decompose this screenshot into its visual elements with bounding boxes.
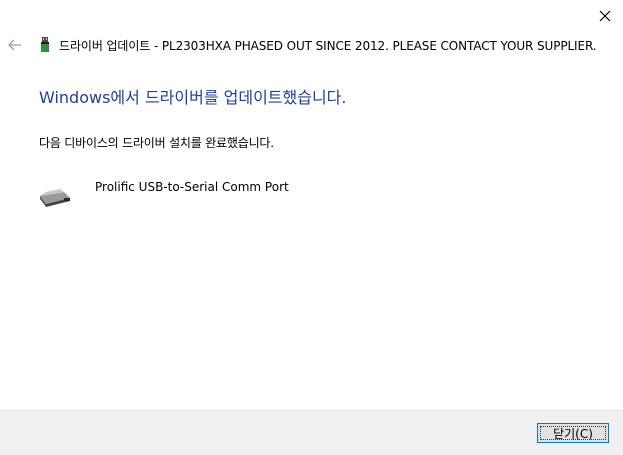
dialog-title: 드라이버 업데이트 - PL2303HXA PHASED OUT SINCE 2… [59,39,597,53]
device-name: Prolific USB-to-Serial Comm Port [95,180,289,194]
page-description: 다음 디바이스의 드라이버 설치를 완료했습니다. [39,136,274,150]
usb-device-icon [41,37,49,52]
wizard-header: 드라이버 업데이트 - PL2303HXA PHASED OUT SINCE 2… [0,34,623,56]
close-icon [599,10,611,22]
page-heading: Windows에서 드라이버를 업데이트했습니다. [39,88,347,107]
back-button[interactable] [6,36,24,54]
close-button[interactable]: 닫기(C) [537,423,609,443]
close-window-button[interactable] [590,4,620,28]
driver-update-dialog: 드라이버 업데이트 - PL2303HXA PHASED OUT SINCE 2… [0,0,623,455]
back-arrow-icon [8,39,21,51]
device-list-item: Prolific USB-to-Serial Comm Port [38,178,438,214]
dialog-footer: 닫기(C) [0,410,623,455]
serial-port-icon [40,189,70,207]
